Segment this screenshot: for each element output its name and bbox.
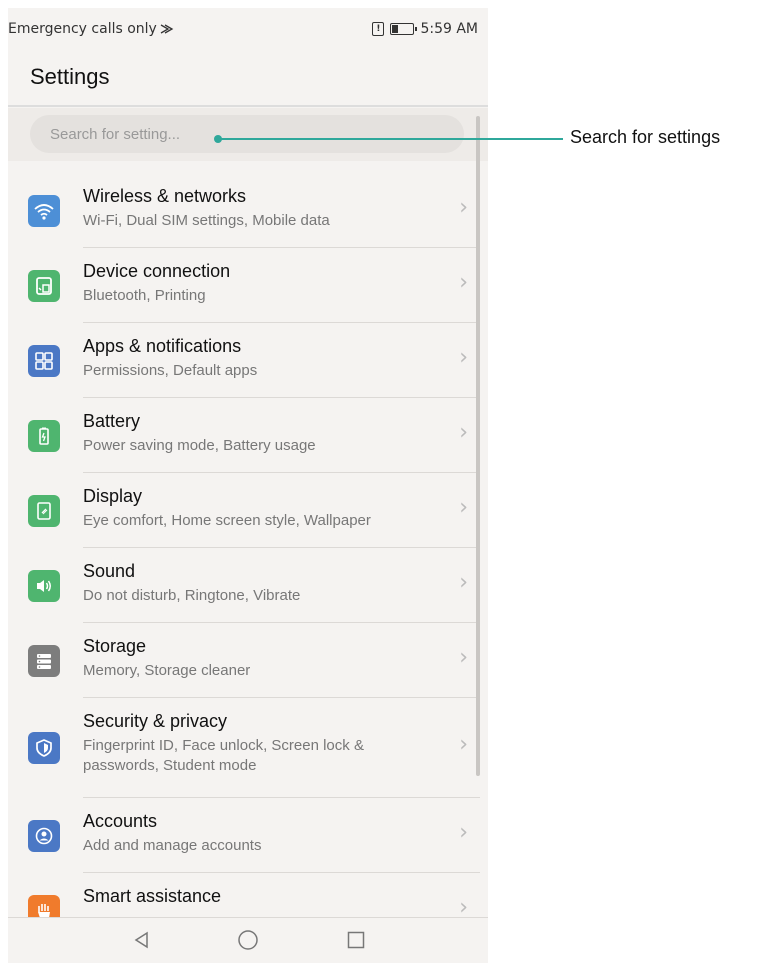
settings-item-wireless[interactable]: Wireless & networks Wi-Fi, Dual SIM sett… — [8, 173, 488, 248]
navigation-bar — [8, 917, 488, 963]
sim-alert-icon: ! — [372, 22, 385, 36]
settings-item-texts: Security & privacy Fingerprint ID, Face … — [83, 710, 433, 776]
settings-item-subtitle: Add and manage accounts — [83, 837, 262, 854]
device-connection-icon — [28, 270, 60, 302]
settings-item-texts: Sound Do not disturb, Ringtone, Vibrate — [83, 560, 433, 606]
clock-time: 5:59 AM — [420, 21, 478, 37]
annotation-label: Search for settings — [570, 127, 721, 147]
speaker-icon — [28, 570, 60, 602]
settings-item-label: Security & privacy — [83, 711, 228, 731]
status-right: ! 5:59 AM — [372, 21, 478, 37]
settings-item-display[interactable]: Display Eye comfort, Home screen style, … — [8, 473, 488, 548]
settings-item-subtitle: Power saving mode, Battery usage — [83, 437, 316, 454]
settings-item-texts: Smart assistance — [83, 885, 433, 911]
chevron-right-icon: › — [459, 195, 468, 220]
shield-icon — [28, 732, 60, 764]
settings-item-texts: Accounts Add and manage accounts — [83, 810, 433, 856]
chevron-right-icon: › — [459, 732, 468, 757]
chevron-right-icon: › — [459, 345, 468, 370]
title-divider — [8, 105, 488, 107]
recents-icon[interactable] — [344, 928, 368, 952]
settings-item-apps[interactable]: Apps & notifications Permissions, Defaul… — [8, 323, 488, 398]
settings-item-texts: Device connection Bluetooth, Printing — [83, 260, 433, 306]
settings-item-security[interactable]: Security & privacy Fingerprint ID, Face … — [8, 698, 488, 798]
settings-item-subtitle: Do not disturb, Ringtone, Vibrate — [83, 587, 301, 604]
settings-item-storage[interactable]: Storage Memory, Storage cleaner › — [8, 623, 488, 698]
annotation-dot — [214, 135, 222, 143]
home-icon[interactable] — [236, 928, 260, 952]
battery-status-icon — [390, 23, 418, 35]
page-title: Settings — [30, 64, 110, 89]
settings-list: Wireless & networks Wi-Fi, Dual SIM sett… — [8, 173, 488, 948]
annotation-line — [218, 138, 563, 140]
chevron-right-icon: › — [459, 420, 468, 445]
chevron-right-icon: › — [459, 645, 468, 670]
back-icon[interactable] — [130, 928, 154, 952]
settings-item-label: Wireless & networks — [83, 186, 247, 206]
settings-item-subtitle: Permissions, Default apps — [83, 362, 258, 379]
status-bar: Emergency calls only ! 5:59 AM — [8, 8, 488, 50]
settings-item-texts: Display Eye comfort, Home screen style, … — [83, 485, 433, 531]
scrollbar[interactable] — [476, 116, 480, 776]
settings-item-accounts[interactable]: Accounts Add and manage accounts › — [8, 798, 488, 873]
no-signal-icon — [160, 24, 174, 34]
settings-item-label: Display — [83, 486, 143, 506]
settings-item-subtitle: Bluetooth, Printing — [83, 287, 206, 304]
battery-icon — [28, 420, 60, 452]
storage-icon — [28, 645, 60, 677]
settings-item-label: Storage — [83, 636, 147, 656]
chevron-right-icon: › — [459, 820, 468, 845]
settings-item-sound[interactable]: Sound Do not disturb, Ringtone, Vibrate … — [8, 548, 488, 623]
display-icon — [28, 495, 60, 527]
settings-item-texts: Apps & notifications Permissions, Defaul… — [83, 335, 433, 381]
account-icon — [28, 820, 60, 852]
chevron-right-icon: › — [459, 570, 468, 595]
settings-item-texts: Storage Memory, Storage cleaner — [83, 635, 433, 681]
chevron-right-icon: › — [459, 495, 468, 520]
search-input[interactable]: Search for setting... — [30, 115, 464, 153]
settings-item-label: Battery — [83, 411, 141, 431]
settings-item-subtitle: Memory, Storage cleaner — [83, 662, 251, 679]
phone-screen: Emergency calls only ! 5:59 AM Settings … — [8, 8, 488, 963]
search-placeholder: Search for setting... — [50, 125, 181, 143]
carrier-text: Emergency calls only — [8, 21, 157, 37]
settings-item-texts: Wireless & networks Wi-Fi, Dual SIM sett… — [83, 185, 433, 231]
status-left: Emergency calls only — [8, 21, 176, 37]
settings-item-subtitle: Eye comfort, Home screen style, Wallpape… — [83, 512, 371, 529]
settings-item-subtitle: Fingerprint ID, Face unlock, Screen lock… — [83, 737, 364, 774]
settings-item-label: Apps & notifications — [83, 336, 242, 356]
settings-item-label: Smart assistance — [83, 886, 222, 906]
settings-item-label: Accounts — [83, 811, 158, 831]
chevron-right-icon: › — [459, 270, 468, 295]
settings-item-texts: Battery Power saving mode, Battery usage — [83, 410, 433, 456]
settings-item-label: Sound — [83, 561, 136, 581]
settings-item-device-connection[interactable]: Device connection Bluetooth, Printing › — [8, 248, 488, 323]
apps-grid-icon — [28, 345, 60, 377]
wifi-icon — [28, 195, 60, 227]
settings-item-subtitle: Wi-Fi, Dual SIM settings, Mobile data — [83, 212, 330, 229]
settings-item-label: Device connection — [83, 261, 231, 281]
page: Emergency calls only ! 5:59 AM Settings … — [0, 0, 765, 963]
settings-item-battery[interactable]: Battery Power saving mode, Battery usage… — [8, 398, 488, 473]
